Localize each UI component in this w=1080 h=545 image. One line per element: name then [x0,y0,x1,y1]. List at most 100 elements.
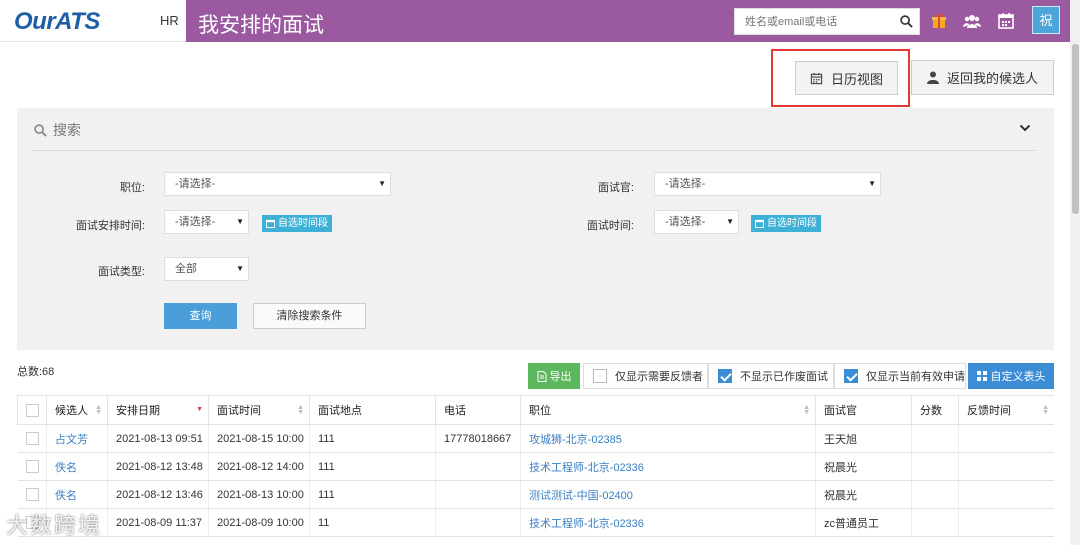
search-panel-header[interactable]: 搜索 [34,120,81,140]
score-cell [911,424,959,453]
select-all-cell[interactable] [17,395,47,425]
phone-cell [435,452,521,481]
query-button[interactable]: 查询 [164,303,237,329]
row-checkbox[interactable] [25,460,39,473]
col-arranged-label: 安排日期 [116,405,160,417]
position-link[interactable]: 攻城狮-北京-02385 [529,434,622,446]
col-interview-time[interactable]: 面试时间 ▲ ▼ [208,395,310,425]
role-label: HR [160,13,179,28]
col-feedback-time[interactable]: 反馈时间 ▲ ▼ [958,395,1054,425]
position-link[interactable]: 测试测试-中国-02400 [529,490,633,502]
feedback-cell [958,424,1054,453]
candidate-link[interactable]: 占文芳 [55,434,88,446]
sort-icon: ▲ ▼ [297,404,304,416]
search-panel-title: 搜索 [53,122,81,138]
col-feedback-label: 反馈时间 [967,405,1011,417]
need-feedback-label: 仅显示需要反馈者 [615,371,703,383]
table-row: 占文芳 2021-08-13 09:51 2021-08-15 10:00 11… [17,424,1054,453]
row-checkbox[interactable] [25,488,39,501]
phone-cell [435,508,521,537]
feedback-cell [958,452,1054,481]
global-search-input[interactable] [735,9,895,34]
option-need-feedback[interactable]: 仅显示需要反馈者 [583,363,708,389]
col-arranged-date[interactable]: 安排日期 ▼ [107,395,209,425]
row-select-cell[interactable] [17,424,47,453]
position-select[interactable]: -请选择- ▼ [164,172,391,196]
candidate-cell[interactable]: 佚名 [46,480,108,509]
option-valid-only[interactable]: 仅显示当前有效申请 [834,363,966,389]
users-icon[interactable] [963,12,981,30]
back-to-candidates-button[interactable]: 返回我的候选人 [911,60,1054,95]
calendar-icon [266,219,275,228]
export-button[interactable]: 导出 [528,363,580,389]
scrollbar-thumb[interactable] [1072,44,1079,214]
arrange-time-select[interactable]: -请选择- ▼ [164,210,249,234]
gift-icon[interactable] [930,12,948,30]
sort-icon: ▲ ▼ [95,404,102,416]
time-cell: 2021-08-15 10:00 [208,424,310,453]
col-candidate[interactable]: 候选人 ▲ ▼ [46,395,108,425]
position-cell[interactable]: 技术工程师-北京-02336 [520,452,816,481]
col-interviewer-label: 面试官 [824,405,857,417]
user-avatar[interactable]: 祝 [1032,6,1060,34]
search-icon[interactable] [900,15,913,28]
col-place[interactable]: 面试地点 [309,395,436,425]
position-link[interactable]: 技术工程师-北京-02336 [529,518,644,530]
score-cell [911,480,959,509]
select-all-checkbox[interactable] [26,403,39,417]
need-feedback-checkbox[interactable] [593,369,607,383]
sort-icon: ▲ ▼ [803,404,810,416]
time-cell: 2021-08-09 10:00 [208,508,310,537]
user-icon [926,71,939,84]
place-cell: 111 [309,424,436,453]
interviewer-cell: 祝晨光 [815,480,912,509]
row-select-cell[interactable] [17,452,47,481]
interview-custom-range-button[interactable]: 自选时间段 [751,215,821,232]
option-hide-cancelled[interactable]: 不显示已作废面试 [708,363,834,389]
candidate-cell[interactable]: 占文芳 [46,424,108,453]
interview-time-select[interactable]: -请选择- ▼ [654,210,739,234]
col-candidate-label: 候选人 [55,405,88,417]
phone-cell: 17778018667 [435,424,521,453]
calendar-icon[interactable] [997,12,1015,30]
chevron-down-icon[interactable] [1019,122,1031,134]
caret-down-icon: ▼ [378,179,386,188]
clear-search-button[interactable]: 清除搜索条件 [253,303,366,329]
place-cell: 11 [309,508,436,537]
arrange-custom-range-button[interactable]: 自选时间段 [262,215,332,232]
interviewer-select[interactable]: -请选择- ▼ [654,172,881,196]
custom-header-button[interactable]: 自定义表头 [968,363,1054,389]
table-row: 2021-08-09 11:37 2021-08-09 10:00 11 技术工… [17,508,1054,537]
position-cell[interactable]: 技术工程师-北京-02336 [520,508,816,537]
position-link[interactable]: 技术工程师-北京-02336 [529,462,644,474]
calendar-view-label: 日历视图 [830,71,883,87]
calendar-icon [755,219,764,228]
candidate-link[interactable]: 佚名 [55,490,77,502]
col-time-label: 面试时间 [217,405,261,417]
hide-cancelled-checkbox[interactable] [718,369,732,383]
col-score-label: 分数 [920,405,942,417]
caret-down-icon: ▼ [236,217,244,226]
position-cell[interactable]: 测试测试-中国-02400 [520,480,816,509]
custom-range-label: 自选时间段 [767,218,817,229]
candidate-cell[interactable]: 佚名 [46,452,108,481]
interview-time-label: 面试时间: [586,220,634,232]
arranged-cell: 2021-08-09 11:37 [107,508,209,537]
col-phone: 电话 [435,395,521,425]
row-select-cell[interactable] [17,480,47,509]
calendar-view-button[interactable]: 日历视图 [795,61,898,95]
candidate-link[interactable]: 佚名 [55,462,77,474]
interview-table: 候选人 ▲ ▼ 安排日期 ▼ 面试时间 ▲ ▼ 面试地点 电话 职位 ▲ ▼ 面试官 分数 反… [17,395,1054,545]
table-row: 佚名 2021-08-12 13:46 2021-08-13 10:00 111… [17,480,1054,509]
valid-only-checkbox[interactable] [844,369,858,383]
position-cell[interactable]: 攻城狮-北京-02385 [520,424,816,453]
row-checkbox[interactable] [25,432,39,445]
col-place-label: 面试地点 [318,405,362,417]
col-position[interactable]: 职位 ▲ ▼ [520,395,816,425]
position-label: 职位: [119,182,145,194]
col-interviewer: 面试官 [815,395,912,425]
interview-type-select[interactable]: 全部 ▼ [164,257,249,281]
logo[interactable]: OurATS [14,8,100,36]
arranged-cell: 2021-08-12 13:46 [107,480,209,509]
calendar-icon [810,72,823,84]
